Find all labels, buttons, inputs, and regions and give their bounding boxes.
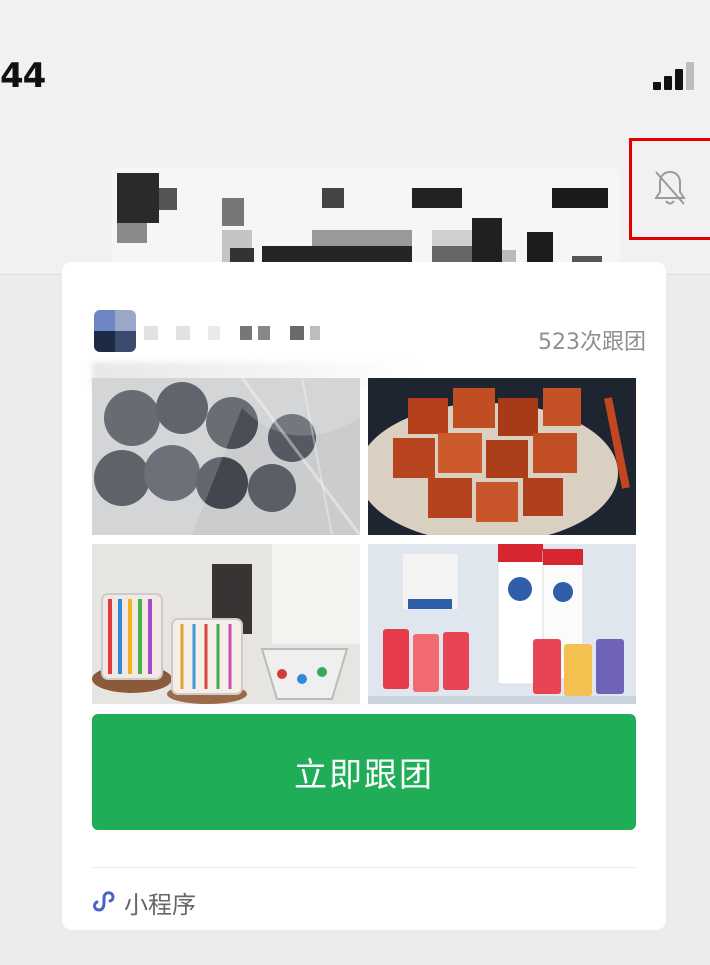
card-divider <box>92 867 636 868</box>
mini-program-card[interactable]: 523次跟团 立即跟团 小程序 <box>62 262 666 930</box>
join-group-button[interactable]: 立即跟团 <box>92 714 636 830</box>
avatar <box>94 310 136 352</box>
status-time: 44 <box>0 56 46 96</box>
mini-program-label: 小程序 <box>124 890 196 919</box>
follow-count: 523次跟团 <box>538 330 646 355</box>
mini-program-footer[interactable]: 小程序 <box>90 882 196 922</box>
bell-off-icon[interactable] <box>652 168 688 208</box>
product-image[interactable] <box>92 378 360 535</box>
signal-icon <box>653 62 694 90</box>
mute-highlight-box <box>629 138 710 240</box>
chat-header: 44 <box>0 0 710 280</box>
mini-program-icon <box>93 891 115 912</box>
product-image[interactable] <box>368 544 636 704</box>
group-name-redacted <box>144 320 384 348</box>
product-image[interactable] <box>92 544 360 704</box>
product-image[interactable] <box>368 378 636 535</box>
product-image-grid[interactable] <box>92 378 636 704</box>
